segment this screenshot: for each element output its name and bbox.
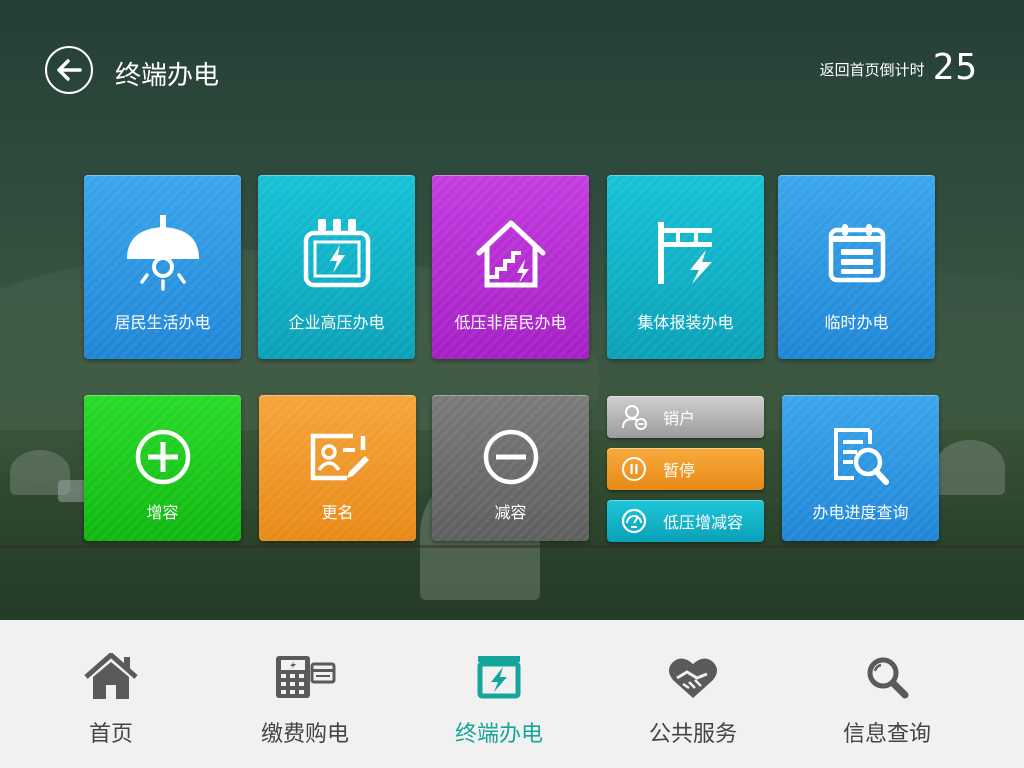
- tile-label: 增容: [146, 503, 179, 522]
- magnifier-icon: [865, 652, 909, 702]
- plus-circle-icon: [134, 425, 192, 489]
- tile-label: 更名: [321, 503, 354, 522]
- terminal-bolt-icon: [476, 652, 522, 702]
- page-title: 终端办电: [115, 61, 220, 91]
- arrow-left-icon: [57, 59, 82, 81]
- transformer-icon: [302, 213, 372, 293]
- tile-label: 临时办电: [824, 313, 889, 332]
- tile-capacity-increase[interactable]: 增容: [84, 395, 241, 541]
- minus-circle-icon: [482, 425, 540, 489]
- pause-icon: [621, 456, 647, 482]
- countdown-label: 返回首页倒计时: [819, 61, 925, 79]
- tile-label: 居民生活办电: [114, 313, 211, 332]
- id-card-edit-icon: [307, 425, 369, 489]
- countdown: 返回首页倒计时 25: [819, 47, 978, 88]
- card-payment-icon: [274, 652, 336, 702]
- gauge-icon: [621, 508, 647, 534]
- tile-temporary[interactable]: 临时办电: [778, 175, 935, 359]
- nav-label: 缴费购电: [260, 722, 349, 747]
- nav-item-payment[interactable]: 缴费购电: [208, 620, 402, 768]
- nav-item-info-query[interactable]: 信息查询: [790, 620, 984, 768]
- account-close-button[interactable]: 销户: [607, 396, 764, 438]
- lamp-icon: [123, 213, 203, 293]
- tile-enterprise-high-voltage[interactable]: 企业高压办电: [258, 175, 415, 359]
- tile-collective-installation[interactable]: 集体报装办电: [607, 175, 764, 359]
- pause-button[interactable]: 暂停: [607, 448, 764, 490]
- heart-handshake-icon: [667, 652, 719, 702]
- tile-capacity-decrease[interactable]: 减容: [432, 395, 589, 541]
- house-stairs-bolt-icon: [475, 213, 547, 293]
- home-icon: [84, 652, 138, 702]
- tile-rename[interactable]: 更名: [259, 395, 416, 541]
- tile-label: 减容: [494, 503, 527, 522]
- tile-label: 企业高压办电: [288, 313, 385, 332]
- nav-label: 信息查询: [842, 722, 931, 747]
- user-remove-icon: [621, 404, 647, 430]
- tile-low-voltage-nonresidential[interactable]: 低压非居民办电: [432, 175, 589, 359]
- tile-residential[interactable]: 居民生活办电: [84, 175, 241, 359]
- mini-label: 低压增减容: [663, 513, 744, 532]
- nav-label: 首页: [88, 722, 133, 747]
- tile-label: 集体报装办电: [637, 313, 734, 332]
- nav-label: 公共服务: [648, 722, 737, 747]
- mini-label: 暂停: [663, 461, 696, 480]
- nav-item-public-service[interactable]: 公共服务: [596, 620, 790, 768]
- nav-item-home[interactable]: 首页: [14, 620, 208, 768]
- low-voltage-capacity-change-button[interactable]: 低压增减容: [607, 500, 764, 542]
- tile-label: 低压非居民办电: [454, 313, 567, 332]
- back-button[interactable]: [45, 46, 93, 94]
- nav-item-terminal[interactable]: 终端办电: [402, 620, 596, 768]
- tile-progress-query[interactable]: 办电进度查询: [782, 395, 939, 541]
- mini-label: 销户: [663, 409, 696, 428]
- bottom-nav: 首页 缴费购电 终端办电 公共服务 信息查询: [0, 620, 1024, 768]
- tile-label: 办电进度查询: [812, 503, 909, 522]
- nav-label: 终端办电: [454, 722, 543, 747]
- countdown-value: 25: [932, 47, 978, 88]
- calendar-list-icon: [827, 213, 887, 293]
- document-search-icon: [830, 425, 892, 489]
- power-pole-bolt-icon: [654, 213, 718, 293]
